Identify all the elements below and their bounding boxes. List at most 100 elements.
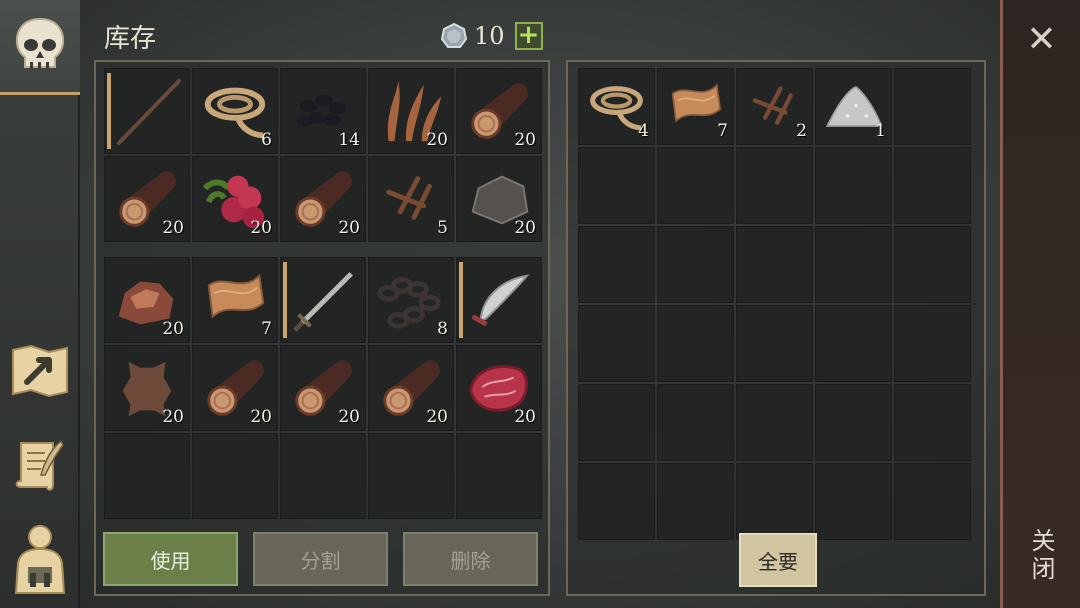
use-button[interactable]: 使用 — [103, 532, 238, 586]
inventory-grid-bottom: 20 7 8 20 20 20 20 20 — [104, 257, 542, 519]
page-title: 库存 — [104, 24, 157, 54]
empty-slot[interactable] — [456, 433, 542, 519]
item-slot-plant-fiber[interactable]: 20 — [368, 68, 454, 154]
scimitar-icon — [463, 264, 535, 336]
empty-slot[interactable] — [578, 384, 655, 461]
empty-slot[interactable] — [815, 147, 892, 224]
item-slot-berries[interactable]: 20 — [192, 156, 278, 242]
empty-slot[interactable] — [736, 384, 813, 461]
item-slot-nails[interactable]: 5 — [368, 156, 454, 242]
item-count: 20 — [426, 130, 448, 150]
item-count: 7 — [261, 319, 272, 339]
item-slot-log[interactable]: 20 — [456, 68, 542, 154]
item-slot-cloth[interactable]: 7 — [192, 257, 278, 343]
empty-slot[interactable] — [815, 463, 892, 540]
item-count: 20 — [514, 407, 536, 427]
empty-slot[interactable] — [578, 305, 655, 382]
item-slot-sword[interactable] — [280, 257, 366, 343]
empty-slot[interactable] — [578, 147, 655, 224]
item-slot-scimitar[interactable] — [456, 257, 542, 343]
empty-slot[interactable] — [736, 226, 813, 303]
split-button[interactable]: 分割 — [253, 532, 388, 586]
tab-character[interactable] — [0, 520, 80, 600]
item-count: 20 — [162, 319, 184, 339]
item-count: 20 — [250, 218, 272, 238]
add-currency-button[interactable]: + — [514, 22, 543, 50]
empty-slot[interactable] — [894, 147, 971, 224]
empty-slot[interactable] — [736, 147, 813, 224]
close-label: 关闭 — [1027, 528, 1055, 584]
delete-button[interactable]: 删除 — [403, 532, 538, 586]
item-slot-leather[interactable]: 20 — [104, 345, 190, 431]
item-slot-stone[interactable]: 20 — [456, 156, 542, 242]
currency-amount: 10 — [474, 22, 505, 50]
tab-map[interactable] — [0, 330, 80, 410]
item-slot-log[interactable]: 20 — [104, 156, 190, 242]
item-slot-rope[interactable]: 6 — [192, 68, 278, 154]
empty-slot[interactable] — [368, 433, 454, 519]
close-icon[interactable]: ✕ — [1026, 22, 1056, 58]
empty-slot[interactable] — [815, 384, 892, 461]
empty-slot[interactable] — [104, 433, 190, 519]
empty-slot[interactable] — [894, 68, 971, 145]
stick-icon — [111, 75, 183, 147]
empty-slot[interactable] — [736, 463, 813, 540]
item-count: 20 — [162, 218, 184, 238]
item-count: 20 — [514, 218, 536, 238]
item-slot-log[interactable]: 20 — [192, 345, 278, 431]
item-slot-cloth[interactable]: 7 — [657, 68, 734, 145]
coin-icon — [440, 22, 468, 48]
inventory-grid-top: 6 14 20 20 20 20 20 5 20 — [104, 68, 542, 242]
empty-slot[interactable] — [578, 226, 655, 303]
sword-icon — [287, 264, 359, 336]
empty-slot[interactable] — [894, 384, 971, 461]
item-slot-log[interactable]: 20 — [280, 156, 366, 242]
item-slot-rope[interactable]: 4 — [578, 68, 655, 145]
item-slot-nails[interactable]: 2 — [736, 68, 813, 145]
item-count: 6 — [261, 130, 272, 150]
item-slot-raw-meat[interactable]: 20 — [456, 345, 542, 431]
item-count: 5 — [437, 218, 448, 238]
item-count: 20 — [250, 407, 272, 427]
empty-slot[interactable] — [192, 433, 278, 519]
loot-grid: 4 7 2 1 — [578, 68, 971, 540]
item-slot-chain[interactable]: 8 — [368, 257, 454, 343]
tab-quests[interactable] — [0, 425, 80, 505]
skull-icon — [15, 17, 65, 69]
item-count: 20 — [426, 407, 448, 427]
empty-slot[interactable] — [578, 463, 655, 540]
item-slot-log[interactable]: 20 — [368, 345, 454, 431]
character-icon — [14, 525, 66, 594]
empty-slot[interactable] — [894, 305, 971, 382]
scroll-quill-icon — [15, 439, 64, 491]
item-slot-stick[interactable] — [104, 68, 190, 154]
empty-slot[interactable] — [657, 463, 734, 540]
empty-slot[interactable] — [815, 226, 892, 303]
item-count: 1 — [875, 121, 886, 141]
empty-slot[interactable] — [815, 305, 892, 382]
tab-inventory[interactable] — [0, 0, 80, 95]
item-count: 20 — [338, 218, 360, 238]
empty-slot[interactable] — [657, 305, 734, 382]
item-slot-log[interactable]: 20 — [280, 345, 366, 431]
item-count: 20 — [162, 407, 184, 427]
empty-slot[interactable] — [657, 226, 734, 303]
item-count: 20 — [338, 407, 360, 427]
close-panel[interactable]: ✕ 关闭 — [1000, 0, 1080, 608]
map-icon — [12, 344, 68, 398]
empty-slot[interactable] — [894, 226, 971, 303]
empty-slot[interactable] — [736, 305, 813, 382]
item-count: 7 — [717, 121, 728, 141]
left-sidebar — [0, 0, 80, 608]
item-slot-iron-ore[interactable]: 20 — [104, 257, 190, 343]
take-all-button[interactable]: 全要 — [739, 533, 817, 587]
item-count: 2 — [796, 121, 807, 141]
empty-slot[interactable] — [657, 384, 734, 461]
item-slot-coal[interactable]: 14 — [280, 68, 366, 154]
item-count: 14 — [338, 130, 360, 150]
item-slot-salt[interactable]: 1 — [815, 68, 892, 145]
empty-slot[interactable] — [657, 147, 734, 224]
empty-slot[interactable] — [894, 463, 971, 540]
item-count: 8 — [437, 319, 448, 339]
empty-slot[interactable] — [280, 433, 366, 519]
